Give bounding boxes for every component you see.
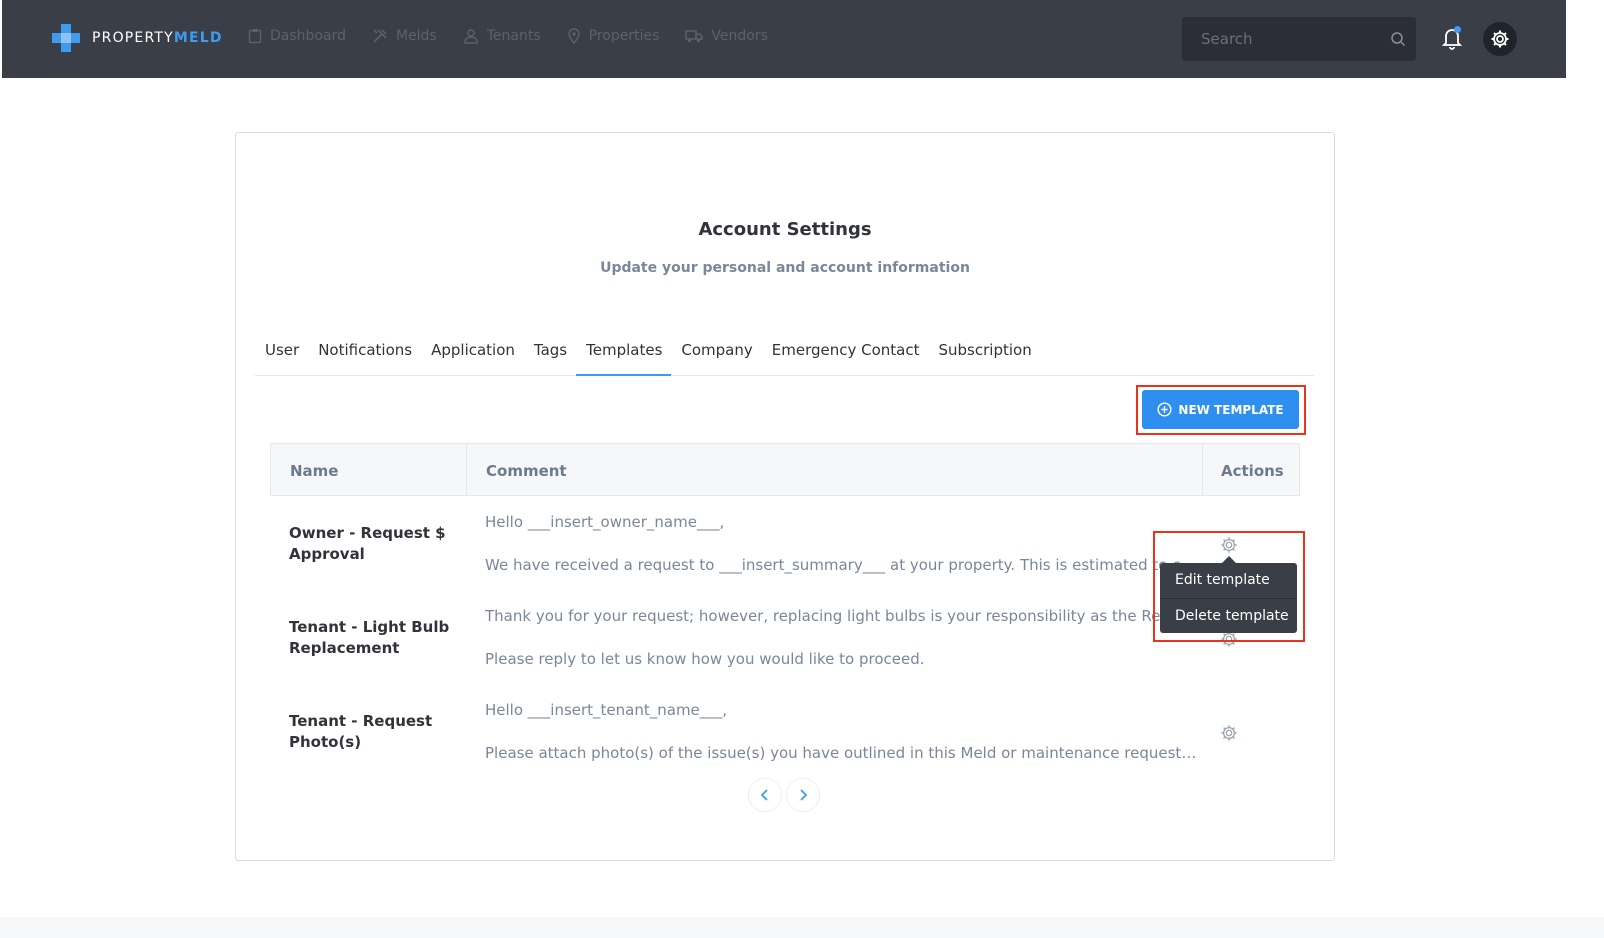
new-template-button[interactable]: NEW TEMPLATE — [1142, 390, 1299, 429]
search-input[interactable] — [1182, 17, 1382, 61]
truck-icon — [685, 30, 704, 43]
nav-melds[interactable]: Melds — [372, 28, 437, 44]
highlight-box — [1153, 531, 1305, 642]
table-row: Tenant - Light Bulb Replacement Thank yo… — [270, 604, 1300, 690]
brand-name: PROPERTYMELD — [92, 30, 223, 46]
plus-circle-icon — [1157, 402, 1172, 417]
person-icon — [464, 29, 478, 44]
settings-button[interactable] — [1483, 22, 1517, 56]
location-pin-icon — [567, 28, 580, 44]
new-template-label: NEW TEMPLATE — [1178, 402, 1284, 417]
tab-templates[interactable]: Templates — [576, 333, 672, 376]
tools-icon — [373, 29, 387, 43]
template-name: Owner - Request $ Approval — [289, 524, 446, 563]
next-page-button[interactable] — [786, 778, 820, 812]
tab-user[interactable]: User — [255, 333, 308, 376]
template-comment-line: We have received a request to ___insert_… — [485, 556, 1201, 574]
template-comment-line: Thank you for your request; however, rep… — [485, 607, 1201, 625]
template-name: Tenant - Request Photo(s) — [289, 712, 433, 751]
tab-subscription[interactable]: Subscription — [929, 333, 1041, 376]
clipboard-icon — [248, 29, 262, 44]
gear-icon — [1491, 30, 1509, 48]
nav-label: Dashboard — [270, 28, 346, 44]
settings-tabs: User Notifications Application Tags Temp… — [255, 333, 1314, 376]
nav-dashboard[interactable]: Dashboard — [248, 28, 346, 44]
tab-company[interactable]: Company — [671, 333, 761, 376]
chevron-right-icon — [800, 789, 808, 801]
page-subtitle: Update your personal and account informa… — [600, 260, 970, 276]
pagination — [748, 778, 824, 812]
nav-vendors[interactable]: Vendors — [685, 28, 768, 44]
nav-label: Tenants — [486, 28, 541, 44]
table-row: Owner - Request $ Approval Hello ___inse… — [270, 510, 1300, 596]
logo[interactable]: PROPERTYMELD — [52, 24, 223, 52]
tab-notifications[interactable]: Notifications — [308, 333, 421, 376]
table-row: Tenant - Request Photo(s) Hello ___inser… — [270, 698, 1300, 784]
table-header: Name Comment Actions — [270, 443, 1300, 496]
search-icon[interactable] — [1390, 31, 1406, 47]
top-navbar: PROPERTYMELD Dashboard Melds Tenants Pro… — [2, 0, 1566, 78]
nav-label: Properties — [588, 28, 660, 44]
search-box — [1182, 17, 1416, 61]
tab-emergency-contact[interactable]: Emergency Contact — [762, 333, 929, 376]
chevron-left-icon — [760, 789, 768, 801]
tab-application[interactable]: Application — [421, 333, 524, 376]
tab-tags[interactable]: Tags — [524, 333, 576, 376]
template-comment-line: Hello ___insert_owner_name___, — [485, 513, 725, 531]
column-header-name[interactable]: Name — [271, 444, 467, 495]
column-header-actions: Actions — [1221, 462, 1284, 480]
template-name: Tenant - Light Bulb Replacement — [289, 618, 450, 657]
page-footer-strip — [0, 917, 1604, 938]
page-title: Account Settings — [698, 219, 872, 240]
nav-label: Melds — [395, 28, 437, 44]
template-comment-line: Please reply to let us know how you woul… — [485, 650, 925, 668]
column-header-comment[interactable]: Comment — [467, 444, 1203, 495]
notification-dot — [1454, 26, 1461, 33]
previous-page-button[interactable] — [748, 778, 782, 812]
nav-tenants[interactable]: Tenants — [463, 28, 541, 44]
nav-properties[interactable]: Properties — [567, 28, 660, 44]
nav-label: Vendors — [711, 28, 768, 44]
gear-icon[interactable] — [1220, 724, 1238, 742]
propertymeld-logo-icon — [52, 24, 80, 52]
template-comment-line: Please attach photo(s) of the issue(s) y… — [485, 744, 1201, 762]
main-nav: Dashboard Melds Tenants Properties Vendo… — [248, 28, 794, 44]
template-comment-line: Hello ___insert_tenant_name___, — [485, 701, 728, 719]
account-settings-card: Account Settings Update your personal an… — [235, 132, 1335, 861]
